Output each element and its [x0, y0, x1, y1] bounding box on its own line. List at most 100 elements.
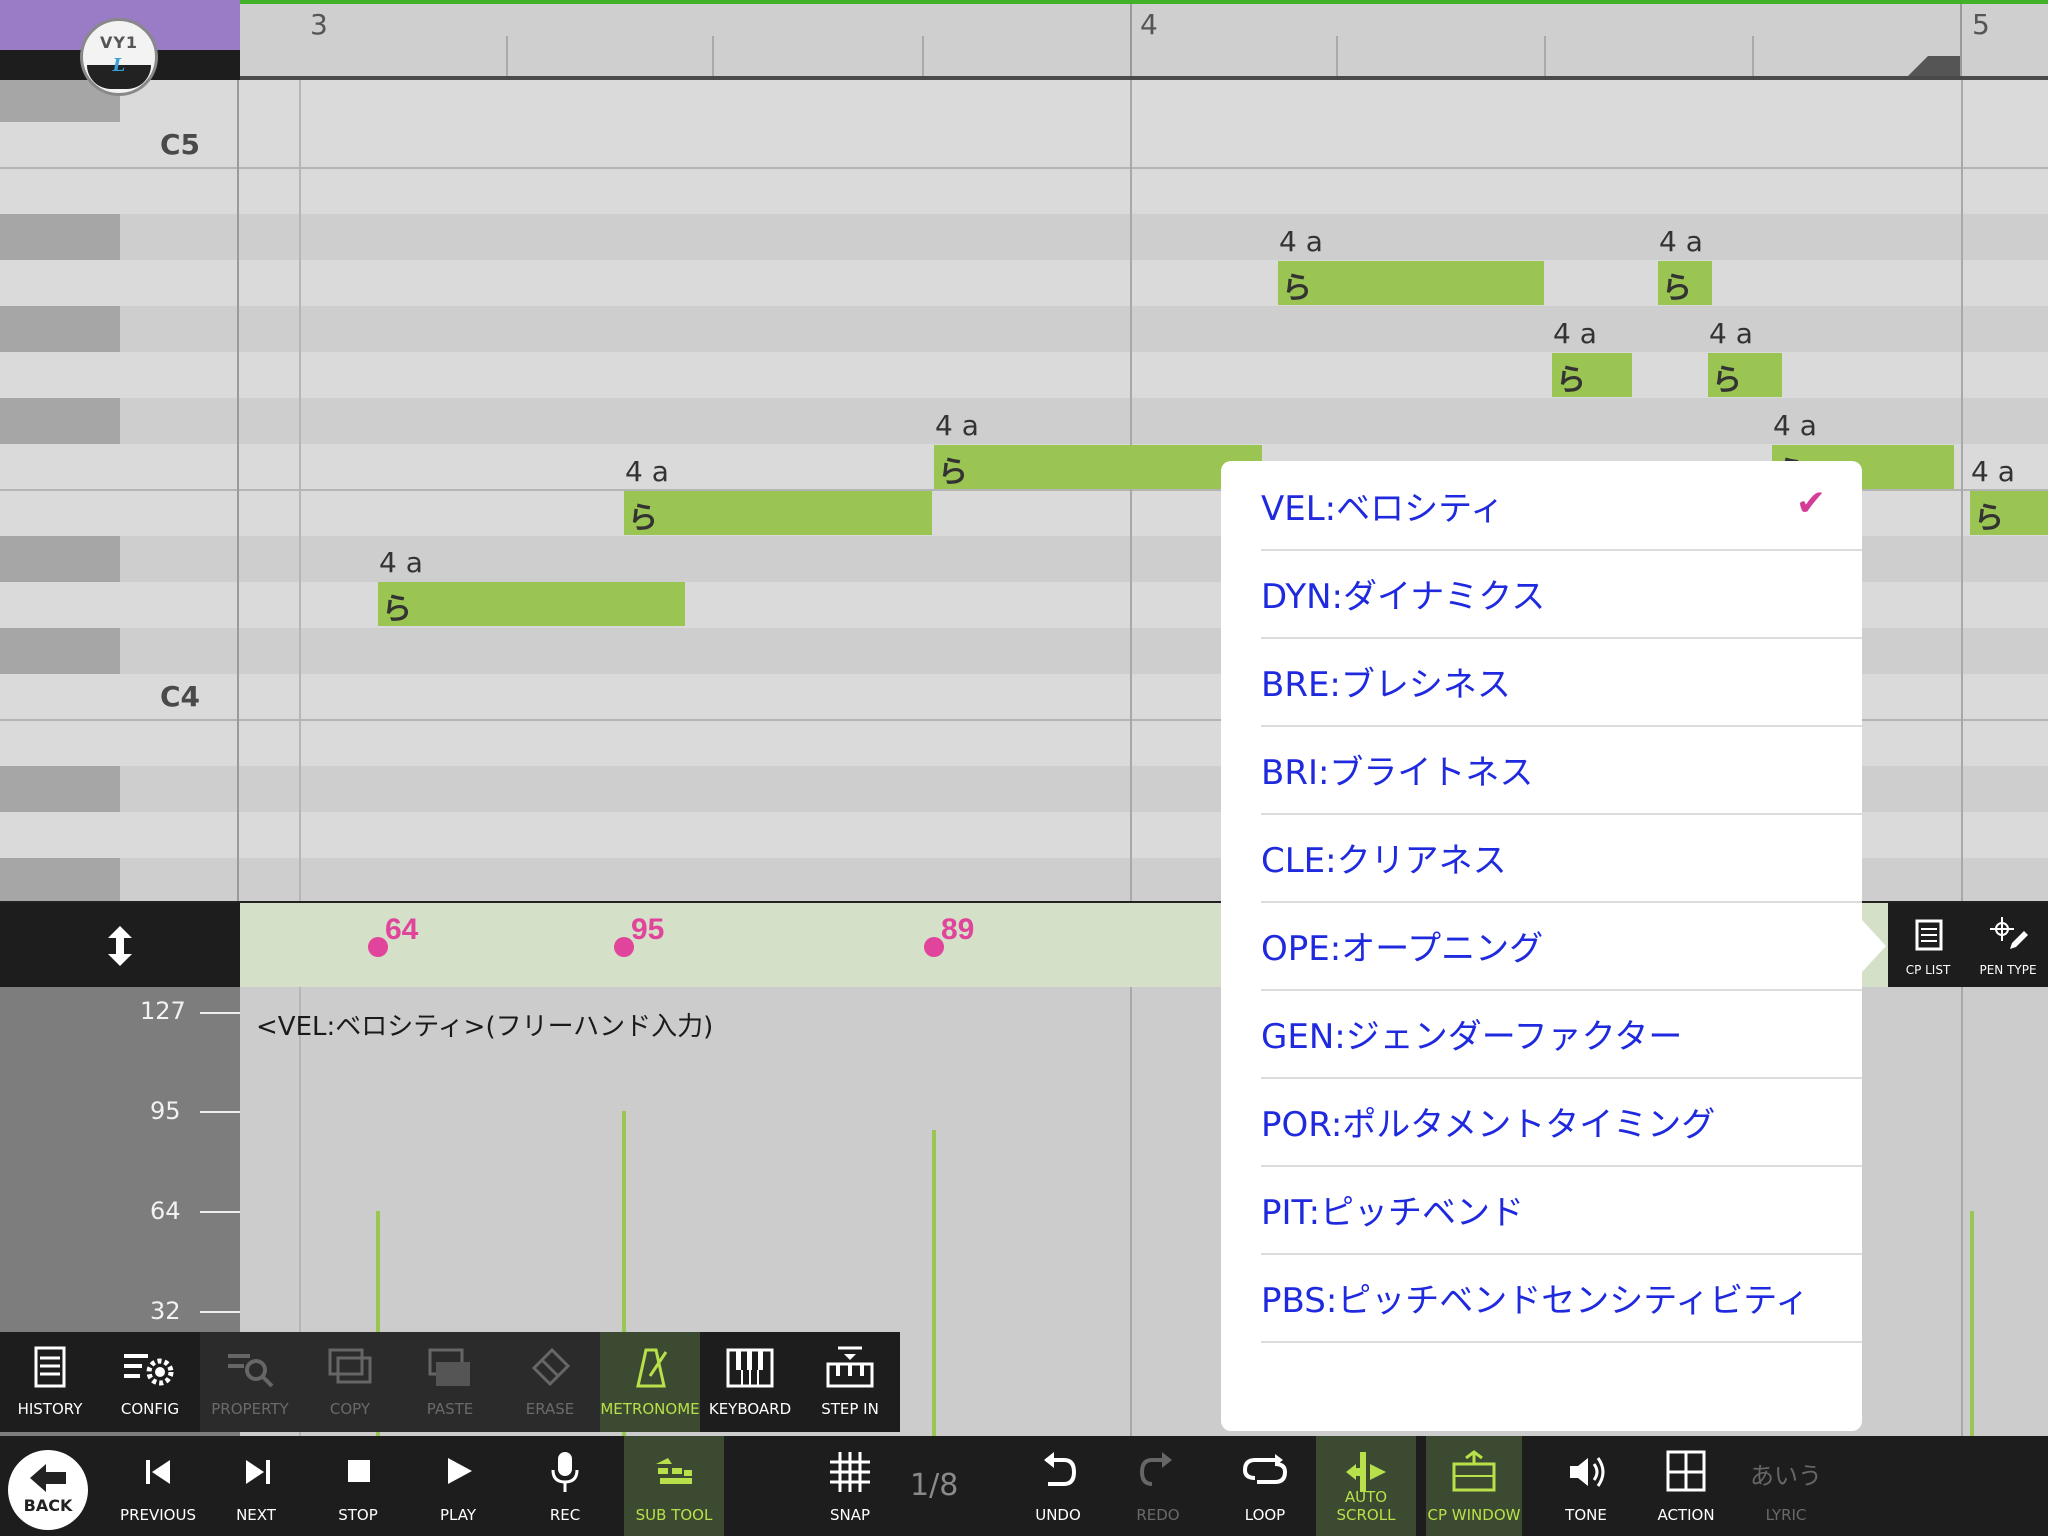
bar-number: 4: [1140, 8, 1158, 41]
action-button[interactable]: ACTION: [1636, 1436, 1736, 1536]
copy-label: COPY: [329, 1400, 371, 1418]
black-key[interactable]: [0, 214, 120, 260]
black-key[interactable]: [0, 536, 120, 582]
menu-item-ope[interactable]: OPE:オープニング: [1261, 901, 1862, 991]
note[interactable]: ら: [1970, 491, 2048, 536]
note[interactable]: ら: [1708, 353, 1782, 398]
menu-item-bri[interactable]: BRI:ブライトネス: [1261, 725, 1862, 815]
undo-icon: [1044, 1452, 1077, 1486]
cp-window-button[interactable]: CP WINDOW: [1426, 1436, 1522, 1536]
step-in-label: STEP IN: [821, 1400, 879, 1418]
black-key[interactable]: [0, 628, 120, 674]
history-button[interactable]: HISTORY: [0, 1332, 100, 1432]
menu-item-dyn[interactable]: DYN:ダイナミクス: [1261, 549, 1862, 639]
stop-label: STOP: [338, 1506, 378, 1524]
step-in-button[interactable]: STEP IN: [800, 1332, 900, 1432]
bar-tick: [1960, 0, 1962, 76]
menu-item-label: OPE:オープニング: [1261, 929, 1544, 969]
y-label: 95: [150, 1097, 181, 1125]
loop-button[interactable]: LOOP: [1215, 1436, 1315, 1536]
sub-tool-bar: HISTORY CONFIG PROPERTY COPY PASTE ERASE…: [0, 1332, 900, 1432]
back-arrow-icon: [30, 1464, 66, 1492]
snap-button[interactable]: SNAP: [800, 1436, 900, 1536]
note[interactable]: ら: [1552, 353, 1632, 398]
menu-item-bre[interactable]: BRE:ブレシネス: [1261, 637, 1862, 727]
note[interactable]: ら: [378, 582, 685, 627]
note[interactable]: ら: [1658, 261, 1712, 306]
microphone-icon: [551, 1452, 579, 1492]
previous-button[interactable]: PREVIOUS: [108, 1436, 208, 1536]
pitch-lane: [0, 214, 2048, 260]
redo-button[interactable]: REDO: [1108, 1436, 1208, 1536]
next-button[interactable]: NEXT: [206, 1436, 306, 1536]
note-phoneme: 4 a: [379, 546, 423, 579]
main-toolbar: PREVIOUS NEXT STOP PLAY REC SUB TOOL SNA…: [0, 1436, 2048, 1536]
back-button[interactable]: BACK: [8, 1450, 88, 1530]
menu-item-label: VEL:ベロシティ: [1261, 489, 1505, 529]
singer-logo[interactable]: VY1 L: [80, 18, 158, 96]
erase-button[interactable]: ERASE: [500, 1332, 600, 1432]
copy-button[interactable]: COPY: [300, 1332, 400, 1432]
keyboard-button[interactable]: KEYBOARD: [700, 1332, 800, 1432]
beat-tick: [1752, 36, 1754, 76]
black-key[interactable]: [0, 766, 120, 812]
velocity-value: 64: [385, 913, 419, 946]
cp-window-label: CP WINDOW: [1427, 1506, 1521, 1524]
menu-item-cle[interactable]: CLE:クリアネス: [1261, 813, 1862, 903]
lyric-icon: あいう: [1750, 1462, 1822, 1490]
step-in-icon: [826, 1346, 874, 1388]
property-button[interactable]: PROPERTY: [200, 1332, 300, 1432]
black-key[interactable]: [0, 306, 120, 352]
note-lyric: ら: [1662, 271, 1692, 306]
paste-button[interactable]: PASTE: [400, 1332, 500, 1432]
history-icon: [34, 1346, 66, 1388]
black-key[interactable]: [0, 858, 120, 903]
cp-list-button[interactable]: CP LIST: [1888, 903, 1968, 987]
next-label: NEXT: [236, 1506, 276, 1524]
snap-value[interactable]: 1/8: [910, 1468, 958, 1503]
stop-button[interactable]: STOP: [308, 1436, 408, 1536]
redo-label: REDO: [1136, 1506, 1180, 1524]
note-phoneme: 4 a: [1659, 225, 1703, 258]
velocity-bar[interactable]: [1970, 1211, 1974, 1437]
menu-item-vel[interactable]: VEL:ベロシティ ✔: [1261, 461, 1862, 551]
note-lyric: ら: [1556, 363, 1586, 398]
sub-tool-button[interactable]: SUB TOOL: [624, 1436, 724, 1536]
note[interactable]: ら: [624, 491, 932, 536]
timeline-ruler[interactable]: 3 4 5: [240, 0, 2048, 80]
menu-item-label: GEN:ジェンダーファクター: [1261, 1017, 1683, 1057]
loop-end-marker[interactable]: [1908, 56, 1960, 76]
logo-sub: L: [112, 55, 126, 76]
black-key[interactable]: [0, 398, 120, 444]
velocity-bar[interactable]: [932, 1130, 936, 1437]
note-phoneme: 4 a: [1773, 409, 1817, 442]
redo-icon: [1139, 1452, 1172, 1486]
menu-item-label: DYN:ダイナミクス: [1261, 577, 1546, 617]
menu-item-pit[interactable]: PIT:ピッチベンド: [1261, 1165, 1862, 1255]
y-tick: [200, 1012, 240, 1014]
pitch-lane: [0, 398, 2048, 444]
y-tick: [200, 1311, 240, 1313]
lyric-button[interactable]: あいう LYRIC: [1736, 1436, 1836, 1536]
note[interactable]: ら: [934, 445, 1262, 490]
note-lyric: ら: [938, 455, 968, 490]
tone-button[interactable]: TONE: [1536, 1436, 1636, 1536]
resize-arrows-icon[interactable]: [96, 924, 144, 968]
play-button[interactable]: PLAY: [408, 1436, 508, 1536]
stop-icon: [348, 1460, 370, 1482]
speaker-icon: [1570, 1457, 1605, 1487]
menu-item-gen[interactable]: GEN:ジェンダーファクター: [1261, 989, 1862, 1079]
pen-type-button[interactable]: PEN TYPE: [1968, 903, 2048, 987]
menu-item-por[interactable]: POR:ポルタメントタイミング: [1261, 1077, 1862, 1167]
undo-button[interactable]: UNDO: [1008, 1436, 1108, 1536]
rec-button[interactable]: REC: [515, 1436, 615, 1536]
menu-item-pbs[interactable]: PBS:ピッチベンドセンシティビティ: [1261, 1253, 1862, 1343]
cp-resize-area[interactable]: [0, 903, 240, 987]
config-button[interactable]: CONFIG: [100, 1332, 200, 1432]
metronome-button[interactable]: METRONOME: [600, 1332, 700, 1432]
octave-line: [0, 167, 2048, 169]
auto-scroll-button[interactable]: AUTO SCROLL: [1316, 1436, 1416, 1536]
note[interactable]: ら: [1278, 261, 1544, 306]
note-lyric: ら: [1282, 271, 1312, 306]
note-lyric: ら: [1712, 363, 1742, 398]
